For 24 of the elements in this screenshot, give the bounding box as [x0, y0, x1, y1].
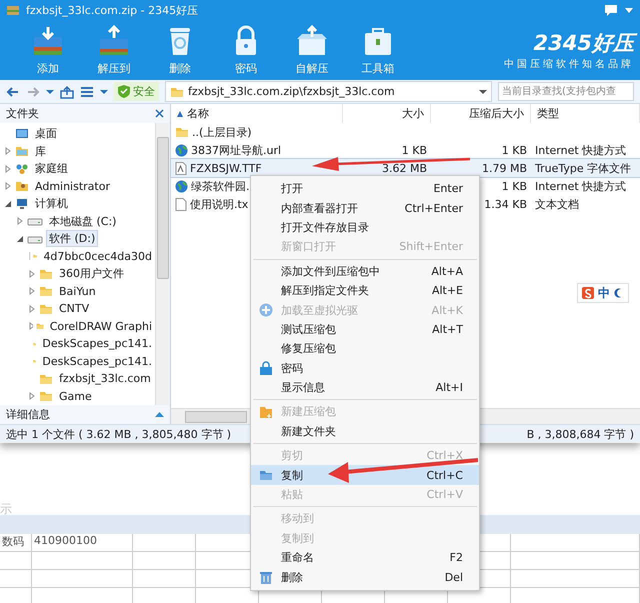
size-cell-text: 3.62 MB — [380, 162, 428, 174]
security-label: 安全 — [133, 84, 155, 99]
file-name: 使用说明.tx — [171, 196, 252, 212]
packed-size-cell-text: 1 KB — [500, 180, 528, 192]
sheet-cell: 410900100 — [32, 534, 133, 551]
file-name: FZXBSJW.TTF — [171, 162, 266, 174]
type-cell-text: TrueType 字体文件 — [534, 160, 632, 176]
panel-title: 文件夹 — [6, 106, 39, 121]
status-text: B , 3,808,684 字节 ) — [526, 426, 634, 442]
file-name: 绿茶软件园. — [171, 178, 254, 194]
type-cell-text: Internet 快捷方式 — [534, 178, 628, 194]
type-cell-text: 文本文档 — [534, 196, 580, 212]
window-title: fzxbsjt_33lc.com.zip - 2345好压 — [26, 2, 200, 18]
packed-size-cell-text: 1.79 MB — [480, 162, 528, 174]
file-name: 3837网址导航.url — [171, 142, 286, 158]
status-text: 选中 1 个文件 ( 3.62 MB , 3,805,480 字节 ) — [6, 426, 232, 442]
type-cell-text: Internet 快捷方式 — [534, 142, 628, 158]
packed-size-cell-text: 1.34 KB — [483, 198, 528, 210]
sheet-cell: 数码 — [0, 534, 32, 551]
packed-size-cell-text: 1 KB — [500, 144, 528, 156]
size-cell-text: 1 KB — [400, 144, 428, 156]
panel-footer: 详细信息 — [6, 407, 50, 422]
file-name: ..(上层目录) — [171, 124, 256, 140]
brand-slogan: 中国压缩软件知名品牌 — [504, 58, 634, 71]
